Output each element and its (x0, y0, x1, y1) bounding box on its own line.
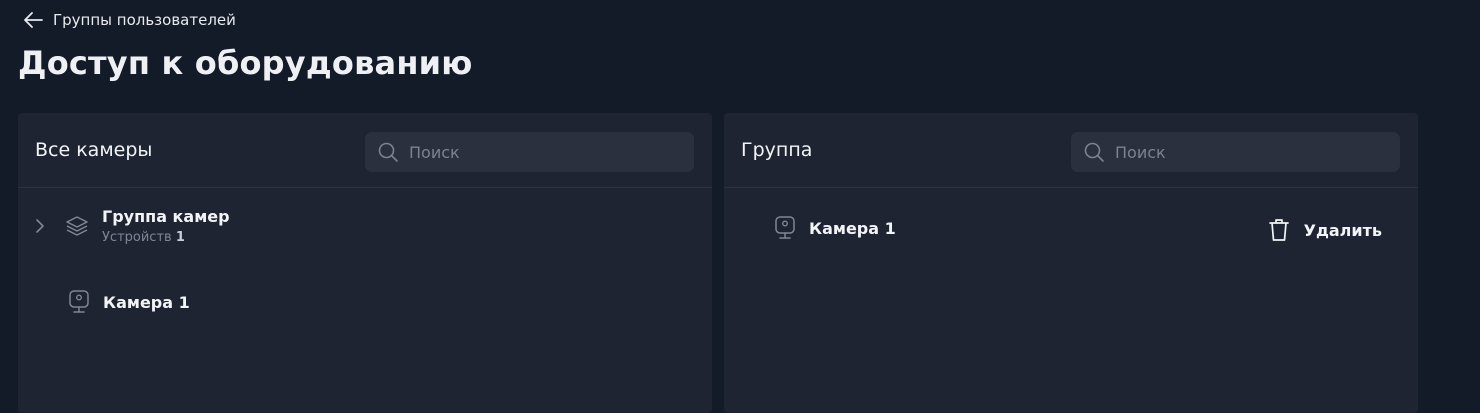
group-camera-name: Камера 1 (809, 218, 896, 238)
all-cameras-title: Все камеры (35, 139, 153, 161)
camera-icon (775, 216, 795, 239)
all-cameras-header: Все камеры (18, 113, 712, 188)
group-header: Группа (724, 113, 1418, 188)
back-link[interactable]: Группы пользователей (22, 11, 236, 29)
camera-group-name: Группа камер (102, 207, 230, 226)
camera-item[interactable]: Камера 1 (68, 289, 190, 315)
search-icon (378, 142, 398, 162)
page-title: Доступ к оборудованию (18, 44, 473, 82)
all-cameras-search-input[interactable] (409, 142, 679, 162)
all-cameras-panel: Все камеры Группа камер Устройств 1 (18, 113, 712, 413)
group-panel: Группа Камера 1 Удалить (724, 113, 1418, 413)
group-search[interactable] (1071, 132, 1400, 172)
layers-icon (66, 216, 88, 236)
trash-icon (1268, 219, 1289, 241)
camera-group-devices: Устройств 1 (102, 230, 230, 245)
camera-group-text: Группа камер Устройств 1 (102, 207, 230, 245)
delete-label: Удалить (1303, 220, 1382, 240)
devices-count: 1 (175, 230, 185, 245)
search-icon (1084, 142, 1104, 162)
camera-group-item[interactable]: Группа камер Устройств 1 (32, 207, 230, 245)
back-link-label: Группы пользователей (53, 11, 236, 29)
camera-name: Камера 1 (103, 292, 190, 312)
camera-icon (69, 290, 89, 313)
delete-button[interactable]: Удалить (1268, 217, 1382, 243)
group-camera-item: Камера 1 (774, 215, 896, 241)
devices-label: Устройств (102, 230, 172, 245)
group-title: Группа (741, 139, 813, 161)
chevron-right-icon[interactable] (32, 218, 48, 234)
all-cameras-search[interactable] (365, 132, 694, 172)
group-search-input[interactable] (1115, 142, 1385, 162)
arrow-left-icon (24, 12, 43, 28)
